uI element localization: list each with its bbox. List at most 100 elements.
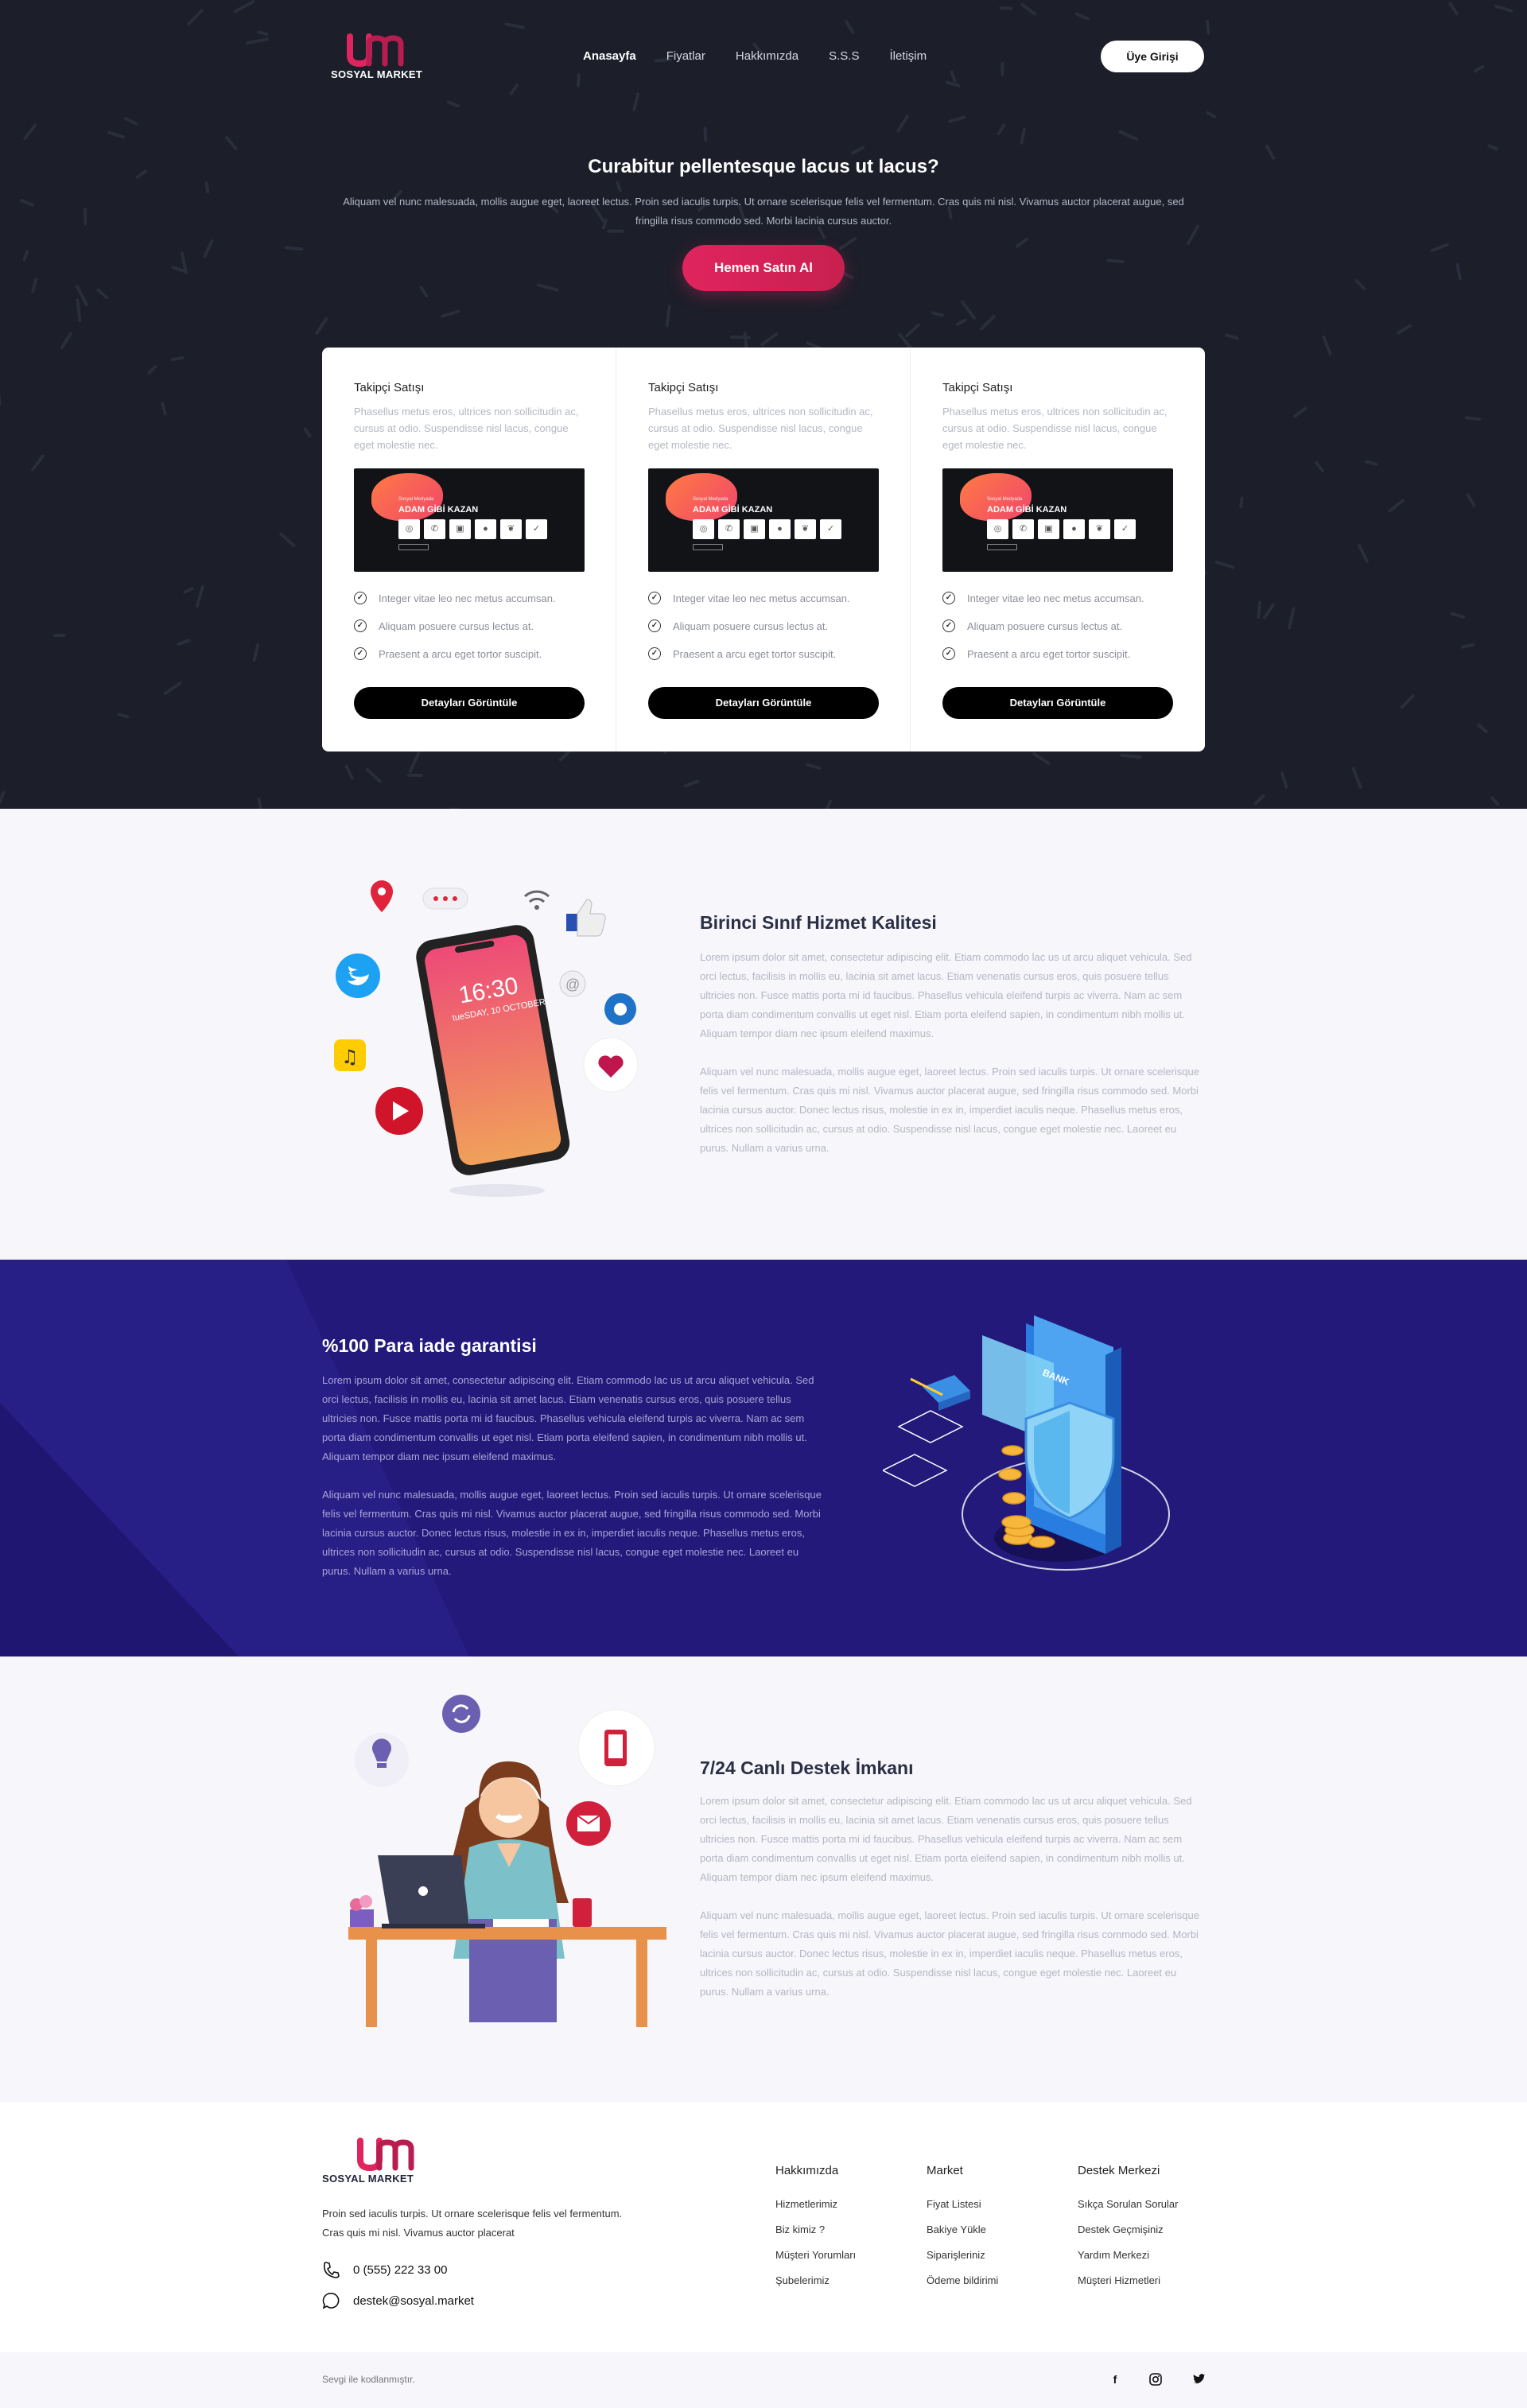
confetti-piece [0,790,6,805]
confetti-piece [1354,279,1366,290]
footer-link[interactable]: Siparişleriniz [927,2243,1078,2268]
view-details-button[interactable]: Detayları Görüntüle [942,687,1173,719]
confetti-piece [1388,499,1405,513]
footer-link[interactable]: Şubelerimiz [775,2268,927,2293]
card-feature: ✓ Integer vitae leo nec metus accumsan. [354,592,593,604]
buy-now-button[interactable]: Hemen Satın Al [682,245,845,291]
chat-bubble-icon [422,887,468,910]
footer-link[interactable]: Bakiye Yükle [927,2217,1078,2243]
check-circle-icon: ✓ [354,592,367,604]
footer-column-about: Hakkımızda Hizmetlerimiz Biz kimiz ? Müş… [775,2164,927,2293]
confetti-piece [1465,416,1482,421]
footer-link[interactable]: Ödeme bildirimi [927,2268,1078,2293]
confetti-piece [1322,335,1332,355]
instagram-icon: ◎ [987,519,1008,539]
quality-section: 16:30 tueSDAY, 10 OCTOBER @ ♫ Birinci Sı… [0,809,1527,1260]
instagram-icon[interactable] [1146,2370,1165,2389]
support-section: 7/24 Canlı Destek İmkanı Lorem ipsum dol… [0,1656,1527,2102]
confetti-piece [1315,461,1324,472]
confetti-piece [997,123,1006,136]
confetti-piece [948,115,966,123]
check-icon: ✓ [526,519,547,539]
confetti-piece [1477,723,1488,733]
confetti-piece [683,779,700,788]
feature-text: Integer vitae leo nec metus accumsan. [967,592,1144,604]
facebook-icon[interactable]: f [1105,2370,1125,2389]
footer-link[interactable]: Biz kimiz ? [775,2217,927,2243]
card-title: Takipçi Satışı [354,381,425,394]
whatsapp-icon: ✆ [718,519,740,539]
refund-paragraph-1: Lorem ipsum dolor sit amet, consectetur … [322,1374,814,1462]
confetti-piece [1450,612,1466,619]
footer-link[interactable]: Müşteri Yorumları [775,2243,927,2268]
footer-link[interactable]: Fiyat Listesi [927,2192,1078,2217]
nav-item-anasayfa[interactable]: Anasayfa [583,49,636,63]
confetti-piece [1253,794,1265,806]
nav-item-hakkimizda[interactable]: Hakkımızda [736,49,798,63]
footer-logo[interactable]: SOSYAL MARKET [322,2138,441,2185]
confetti-piece [1365,460,1378,466]
quality-paragraph-1: Lorem ipsum dolor sit amet, consectetur … [700,951,1192,1039]
nav-item-iletisim[interactable]: İletişim [889,49,927,63]
nav-item-sss[interactable]: S.S.S [829,49,859,63]
banner-bar [398,544,429,550]
banner-social-icons: ◎ ✆ ▣ ● ❦ ✓ [398,519,547,539]
confetti-piece [1020,127,1026,145]
camera-icon: ▣ [1038,519,1059,539]
feature-text: Praesent a arcu eget tortor suscipit. [967,647,1131,660]
support-paragraph-2: Aliquam vel nunc malesuada, mollis augue… [700,1909,1199,1998]
footer-link[interactable]: Sıkça Sorulan Sorular [1078,2192,1229,2217]
confetti-piece [1400,694,1415,709]
card-feature: ✓ Integer vitae leo nec metus accumsan. [942,592,1181,604]
card-feature: ✓ Praesent a arcu eget tortor suscipit. [648,647,887,660]
support-paragraph-1: Lorem ipsum dolor sit amet, consectetur … [700,1795,1192,1883]
camera-icon: ▣ [449,519,471,539]
footer-link[interactable]: Destek Geçmişiniz [1078,2217,1229,2243]
confetti-piece [896,115,909,133]
feature-text: Aliquam posuere cursus lectus at. [673,619,829,632]
chat-icon: ● [769,519,791,539]
gear-icon [604,993,636,1025]
top-navigation: SOSYAL MARKET Anasayfa Fiyatlar Hakkımız… [0,0,1527,111]
footer-link[interactable]: Yardım Merkezi [1078,2243,1229,2268]
confetti-piece [961,300,976,320]
hero-section: SOSYAL MARKET Anasayfa Fiyatlar Hakkımız… [0,0,1527,809]
confetti-piece [1118,130,1139,141]
footer-link[interactable]: Müşteri Hizmetleri [1078,2268,1229,2293]
confetti-piece [1351,767,1362,790]
confetti-piece [665,305,671,328]
footer-link[interactable]: Hizmetlerimiz [775,2192,927,2217]
twitter-icon[interactable] [1189,2370,1208,2389]
card-feature: ✓ Aliquam posuere cursus lectus at. [942,619,1181,632]
footer-email[interactable]: destek@sosyal.market [322,2292,474,2309]
card-banner-image: Sosyal Medyada ADAM GİBİ KAZAN ◎ ✆ ▣ ● ❦… [354,468,585,572]
banner-social-icons: ◎ ✆ ▣ ● ❦ ✓ [987,519,1136,539]
confetti-piece [407,773,423,778]
confetti-piece [839,236,857,251]
check-circle-icon: ✓ [354,619,367,632]
confetti-piece [931,311,944,317]
message-circle-icon [322,2292,340,2309]
footer-phone[interactable]: 0 (555) 222 33 00 [322,2261,447,2278]
login-button[interactable]: Üye Girişi [1101,41,1204,72]
support-agent-illustration [348,1695,666,2027]
confetti-piece [1460,643,1475,649]
view-details-button[interactable]: Detayları Görüntüle [648,687,879,719]
view-details-button[interactable]: Detayları Görüntüle [354,687,585,719]
site-logo[interactable]: SOSYAL MARKET [331,33,450,81]
confetti-piece [257,797,262,809]
confetti-piece [1288,607,1296,630]
support-title: 7/24 Canlı Destek İmkanı [700,1757,914,1778]
nav-item-fiyatlar[interactable]: Fiyatlar [666,49,705,63]
confetti-piece [1032,752,1051,766]
confetti-piece [1120,753,1142,759]
footer-column-title: Hakkımızda [775,2164,839,2177]
confetti-piece [84,208,87,226]
confetti-piece [1257,600,1261,619]
check-circle-icon: ✓ [648,619,661,632]
feature-text: Integer vitae leo nec metus accumsan. [379,592,556,604]
feature-text: Praesent a arcu eget tortor suscipit. [379,647,542,660]
chat-icon: ● [475,519,496,539]
confetti-piece [1206,111,1217,118]
youtube-icon [375,1087,423,1135]
